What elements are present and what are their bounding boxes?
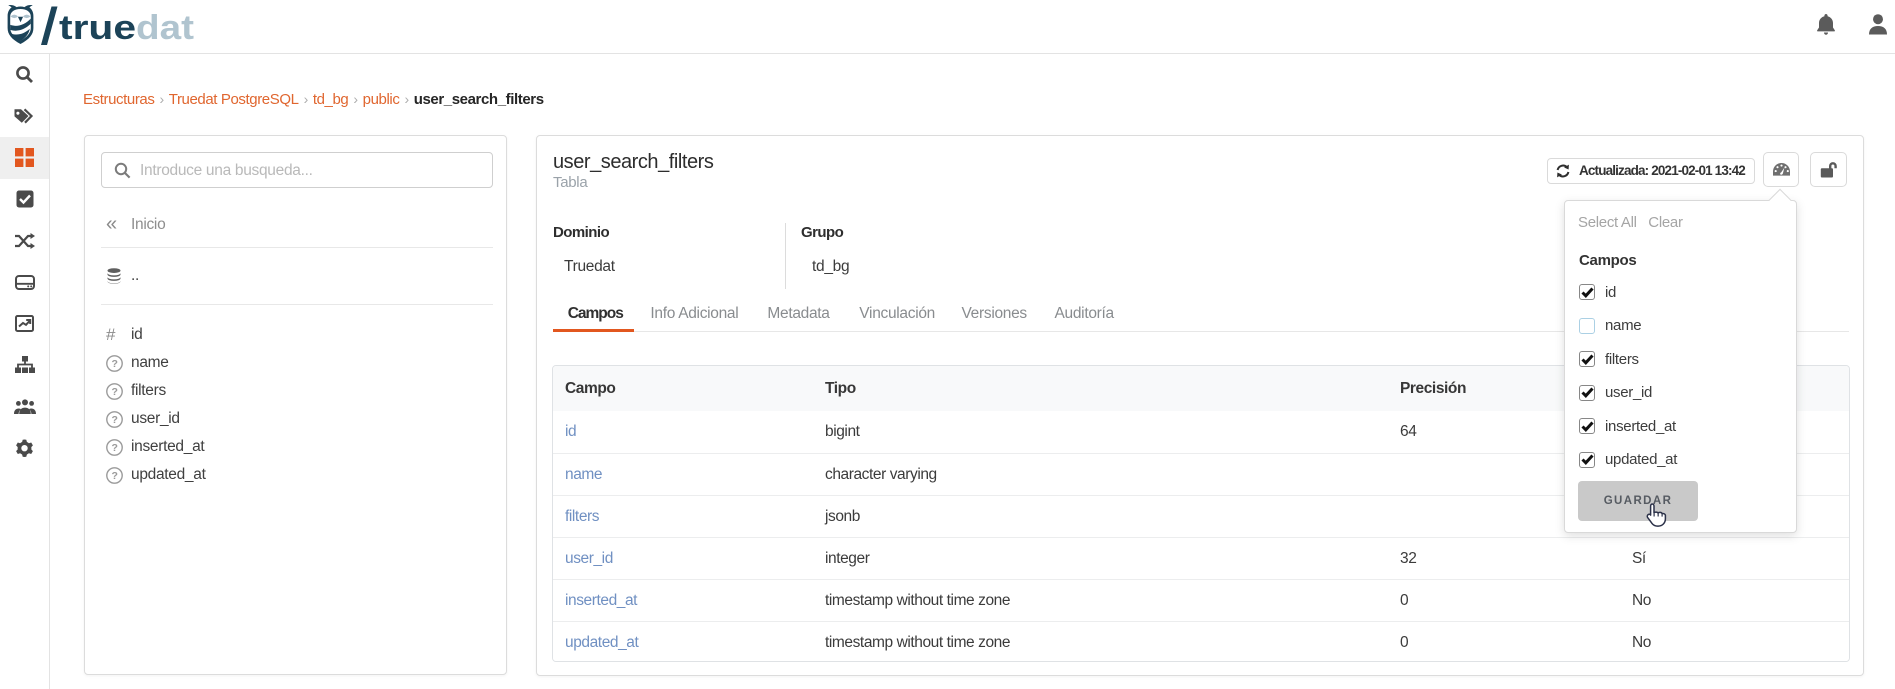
svg-text:dat: dat — [136, 9, 194, 47]
svg-text:?: ? — [111, 470, 117, 482]
svg-text:?: ? — [111, 386, 117, 398]
svg-text:true: true — [59, 9, 136, 47]
svg-text:?: ? — [111, 358, 117, 370]
svg-text:?: ? — [111, 442, 117, 454]
svg-text:?: ? — [111, 414, 117, 426]
